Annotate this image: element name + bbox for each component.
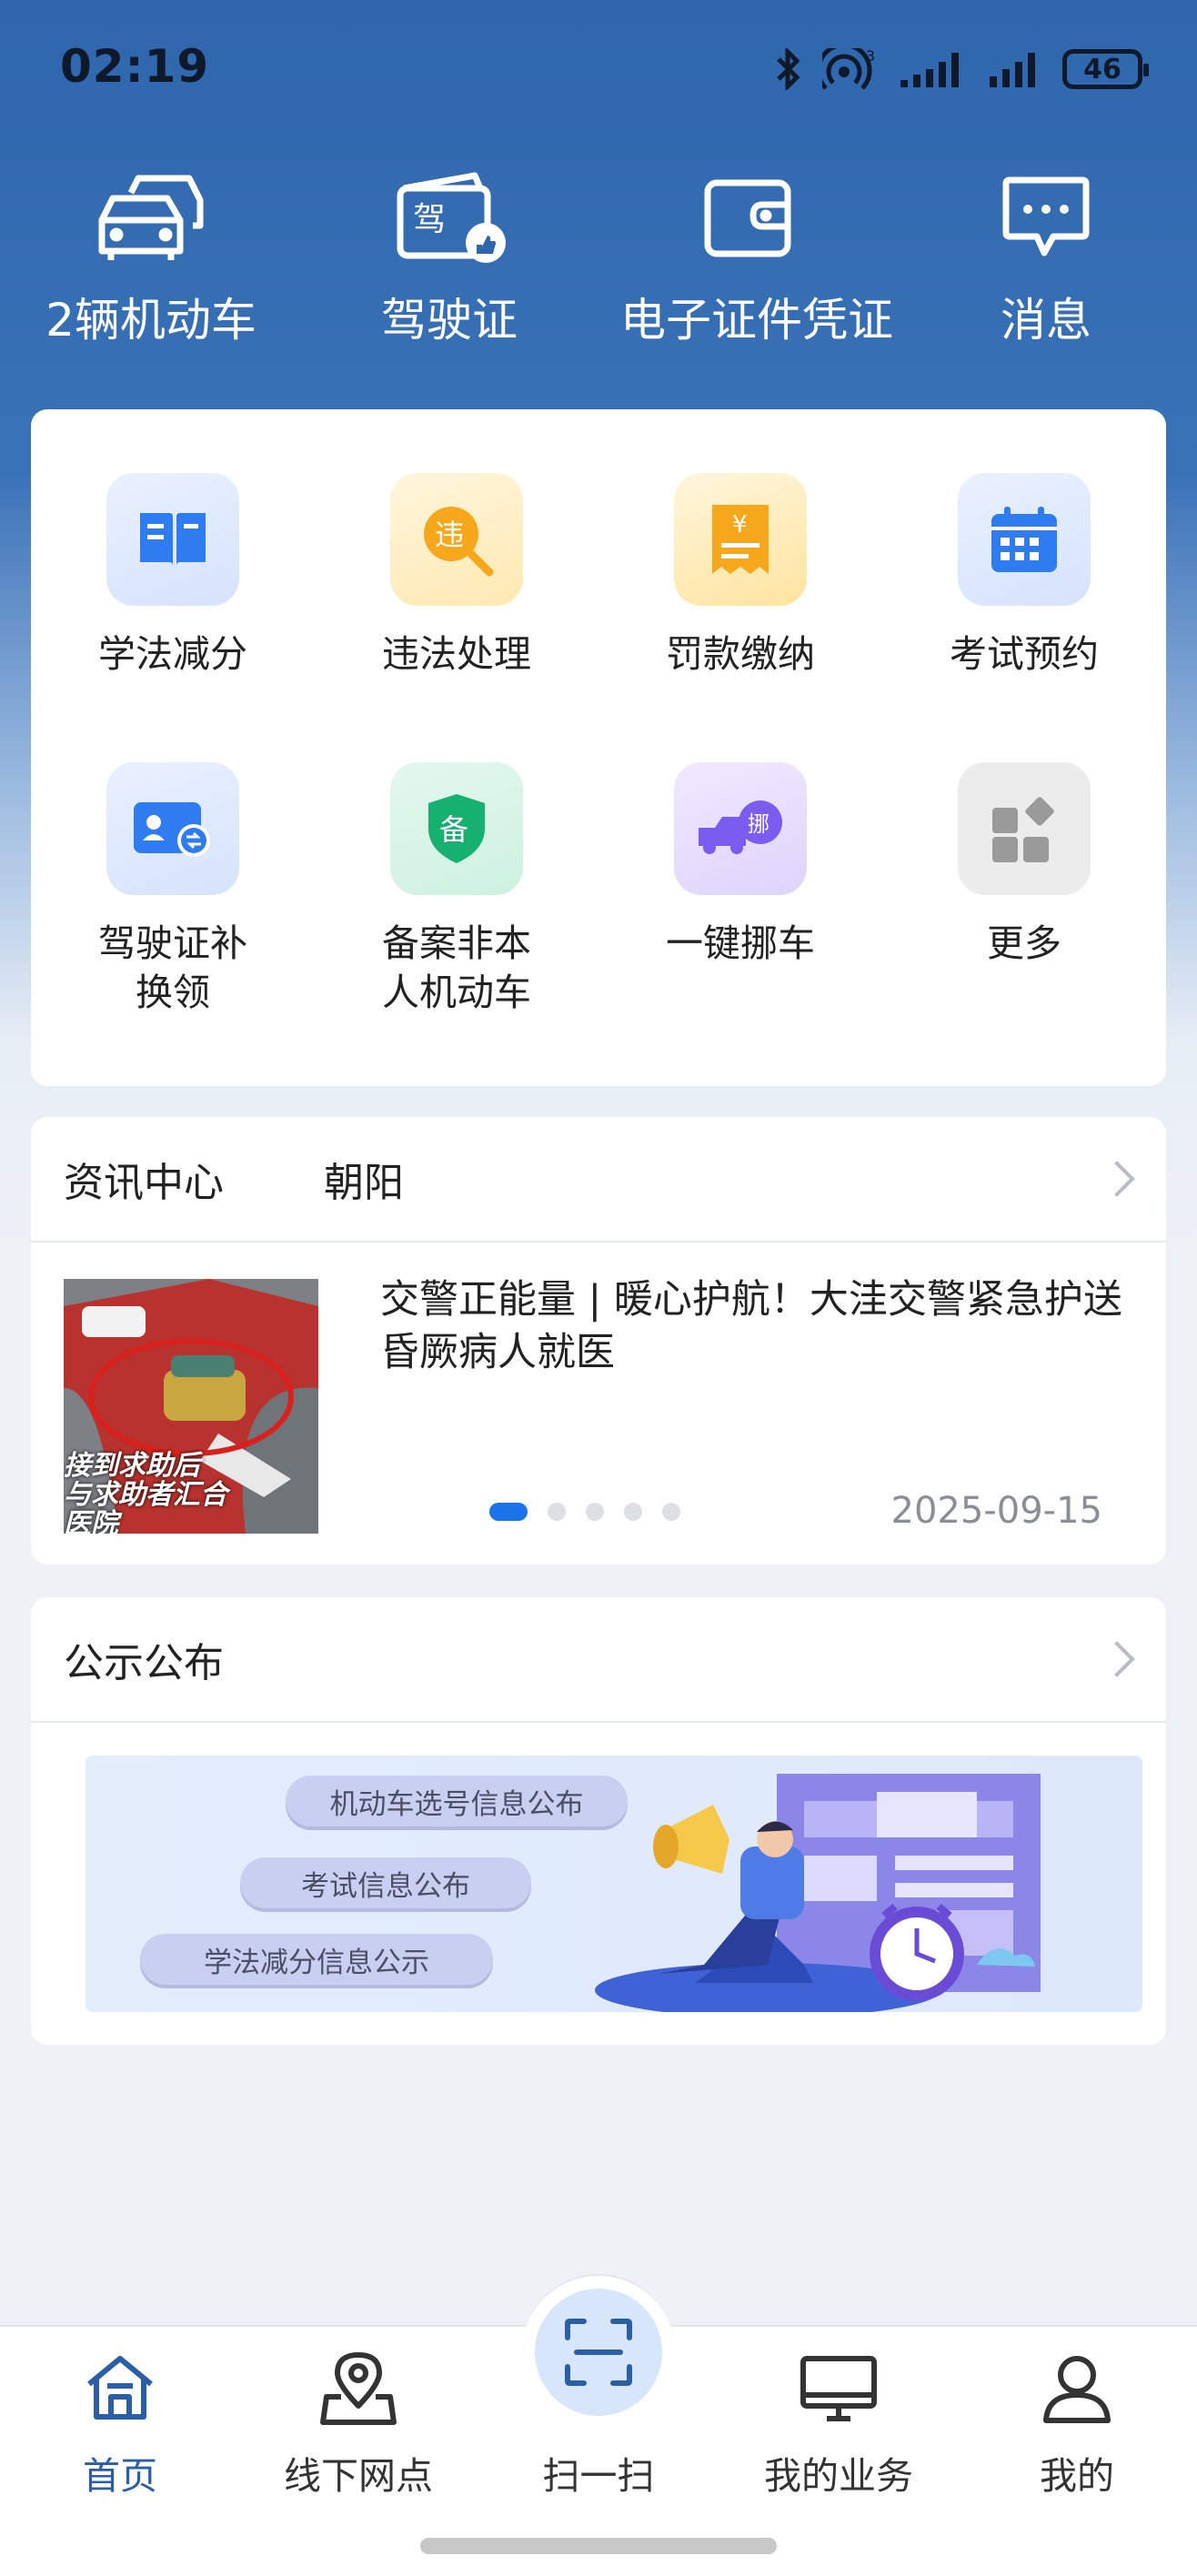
wallet-icon — [689, 164, 807, 273]
notice-header[interactable]: 公示公布 — [31, 1597, 1166, 1723]
move-truck-icon: 挪 — [674, 762, 807, 895]
service-label: 违法处理 — [382, 632, 531, 676]
location-map-icon — [267, 2338, 449, 2438]
shield-record-icon: 备 — [390, 762, 523, 895]
license-exchange-icon — [106, 762, 239, 895]
thumb-caption-line: 医院 — [64, 1508, 118, 1535]
service-license-replace[interactable]: 驾驶证补 换领 — [31, 762, 315, 1017]
notice-banner[interactable]: 机动车选号信息公布 考试信息公布 学法减分信息公示 — [86, 1756, 1142, 2012]
notice-pill-exam[interactable]: 考试信息公布 — [240, 1857, 531, 1908]
calendar-icon — [958, 473, 1091, 606]
svg-text:备: 备 — [439, 812, 468, 847]
service-more[interactable]: 更多 — [882, 762, 1166, 968]
news-date: 2025-09-15 — [890, 1490, 1102, 1532]
bluetooth-icon — [777, 48, 800, 90]
home-indicator[interactable] — [420, 2538, 777, 2554]
news-thumbnail[interactable]: 接到求助后 与求助者汇合 医院 — [64, 1279, 318, 1534]
user-icon — [986, 2338, 1168, 2438]
service-label: 一键挪车 — [666, 921, 815, 965]
battery-indicator: 46 — [1062, 49, 1149, 89]
violation-search-icon: 违 — [390, 473, 523, 606]
nav-home[interactable]: 首页 — [29, 2338, 211, 2500]
carousel-dot[interactable] — [586, 1503, 604, 1521]
quick-item-label: 消息 — [1001, 294, 1091, 347]
signal-icon-2 — [990, 53, 1035, 87]
license-icon: 驾 — [390, 164, 508, 273]
service-label: 考试预约 — [950, 632, 1099, 676]
service-exam-booking[interactable]: 考试预约 — [882, 473, 1166, 679]
nav-label: 扫一扫 — [542, 2454, 655, 2498]
service-learn-deduct[interactable]: 学法减分 — [31, 473, 315, 679]
notice-pill-study[interactable]: 学法减分信息公示 — [140, 1934, 493, 1985]
service-label: 驾驶证补 换领 — [98, 921, 247, 1014]
signal-icon — [900, 53, 959, 87]
news-thumb-caption: 接到求助后 与求助者汇合 医院 — [64, 1450, 318, 1535]
quick-item-vehicles[interactable]: 2辆机动车 — [24, 164, 278, 349]
hotspot-icon: 3 — [822, 48, 875, 90]
service-record-vehicle[interactable]: 备 备案非本 人机动车 — [315, 762, 598, 1017]
thumb-caption-line: 与求助者汇合 — [64, 1479, 227, 1511]
quick-item-label: 驾驶证 — [381, 294, 518, 347]
news-card: 资讯中心 朝阳 接到求助后 与求助者汇合 医院 交警正能量 | 暖心护航！大洼交… — [31, 1117, 1166, 1565]
service-label: 更多 — [987, 921, 1061, 965]
nav-scan[interactable]: 扫一扫 — [508, 2338, 689, 2500]
quick-item-label: 2辆机动车 — [45, 294, 256, 347]
quick-item-e-certificate[interactable]: 电子证件凭证 — [620, 164, 893, 349]
carousel-dot[interactable] — [489, 1503, 528, 1521]
carousel-indicator[interactable] — [489, 1503, 680, 1521]
notice-card: 公示公布 机动车选号信息公布 考试信息公布 学法减分信息公示 — [31, 1597, 1166, 2045]
carousel-dot[interactable] — [548, 1503, 566, 1521]
service-label: 备案非本 人机动车 — [382, 921, 531, 1014]
tab-city[interactable]: 朝阳 — [324, 1150, 404, 1208]
nav-label: 首页 — [83, 2454, 157, 2498]
svg-text:驾: 驾 — [413, 201, 446, 238]
service-label: 学法减分 — [98, 632, 247, 676]
service-violation[interactable]: 违 违法处理 — [315, 473, 598, 679]
nav-label: 线下网点 — [284, 2454, 433, 2498]
news-header: 资讯中心 朝阳 — [31, 1117, 1166, 1243]
quick-item-label: 电子证件凭证 — [620, 294, 893, 347]
service-fine-payment[interactable]: ¥ 罚款缴纳 — [598, 473, 882, 679]
carousel-dot[interactable] — [662, 1503, 680, 1521]
nav-offline-outlets[interactable]: 线下网点 — [267, 2338, 449, 2500]
chevron-right-icon[interactable] — [1099, 1641, 1135, 1677]
nav-my-business[interactable]: 我的业务 — [748, 2338, 930, 2500]
svg-text:挪: 挪 — [748, 811, 770, 837]
service-label: 罚款缴纳 — [666, 632, 815, 676]
quick-item-messages[interactable]: 消息 — [919, 164, 1173, 349]
svg-text:¥: ¥ — [732, 511, 748, 538]
svg-text:违: 违 — [435, 518, 464, 552]
news-headline[interactable]: 交警正能量 | 暖心护航！大洼交警紧急护送昏厥病人就医 — [380, 1273, 1135, 1379]
notice-pill-plate[interactable]: 机动车选号信息公布 — [286, 1776, 628, 1826]
quick-item-license[interactable]: 驾 驾驶证 — [322, 164, 577, 349]
nav-me[interactable]: 我的 — [986, 2338, 1168, 2500]
car-icon — [92, 164, 210, 273]
thumb-caption-line: 接到求助后 — [64, 1450, 200, 1482]
home-icon — [29, 2338, 211, 2438]
monitor-icon — [748, 2338, 930, 2438]
notice-title: 公示公布 — [64, 1640, 224, 1686]
tab-news-center[interactable]: 资讯中心 — [64, 1150, 224, 1208]
nav-label: 我的业务 — [764, 2454, 913, 2498]
notice-illustration — [595, 1774, 1041, 2012]
chevron-right-icon[interactable] — [1099, 1161, 1135, 1197]
more-grid-icon — [958, 762, 1091, 895]
status-time: 02:19 — [60, 40, 210, 93]
status-icons: 3 46 — [775, 47, 1149, 91]
message-icon — [987, 164, 1105, 273]
nav-label: 我的 — [1040, 2454, 1114, 2498]
svg-text:3: 3 — [866, 48, 875, 65]
service-move-car[interactable]: 挪 一键挪车 — [598, 762, 882, 968]
book-icon — [106, 473, 239, 606]
fine-receipt-icon: ¥ — [674, 473, 807, 606]
carousel-dot[interactable] — [624, 1503, 642, 1521]
